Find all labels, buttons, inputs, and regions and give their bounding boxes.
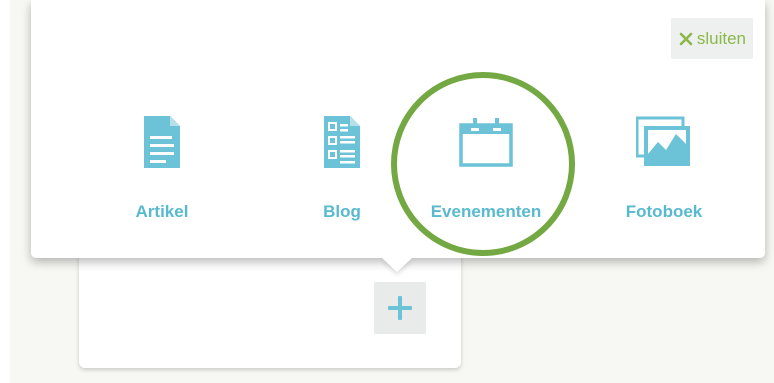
option-label: Artikel xyxy=(135,202,189,221)
popup-pointer xyxy=(382,258,412,272)
option-blog[interactable]: Blog xyxy=(267,116,417,226)
content-type-options: Artikel Blog Evenementen Fotoboek xyxy=(31,116,765,226)
calendar-icon xyxy=(459,118,513,167)
photo-album-icon xyxy=(636,116,690,166)
option-evenementen[interactable]: Evenementen xyxy=(411,116,561,226)
page-edge xyxy=(0,0,10,383)
close-label: sluiten xyxy=(696,28,746,48)
x-icon xyxy=(679,32,693,45)
option-label: Blog xyxy=(323,202,361,221)
content-type-popup: sluiten Artikel Blog Evenementen Fotoboe… xyxy=(31,0,765,258)
option-fotoboek[interactable]: Fotoboek xyxy=(589,116,739,226)
document-icon xyxy=(144,116,180,168)
option-label: Fotoboek xyxy=(625,202,703,221)
option-label: Evenementen xyxy=(430,202,542,221)
add-content-button[interactable] xyxy=(374,282,426,334)
close-button[interactable]: sluiten xyxy=(670,18,753,59)
list-document-icon xyxy=(324,116,360,168)
option-artikel[interactable]: Artikel xyxy=(87,116,237,226)
